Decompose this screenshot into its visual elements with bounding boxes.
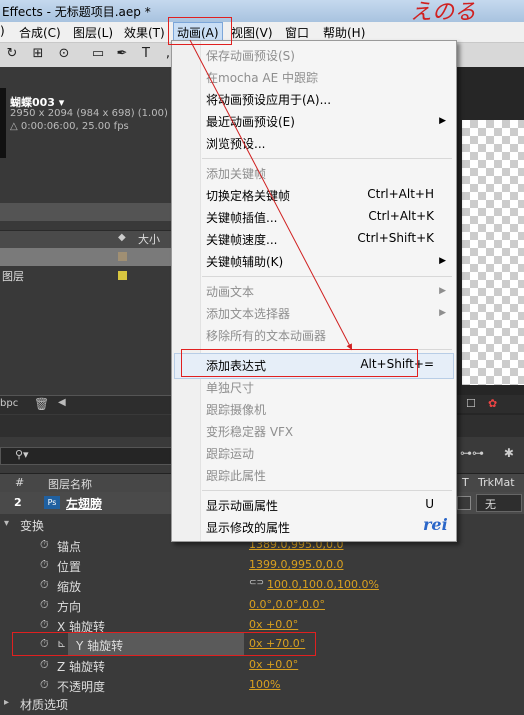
annotation-arrow <box>189 39 353 351</box>
